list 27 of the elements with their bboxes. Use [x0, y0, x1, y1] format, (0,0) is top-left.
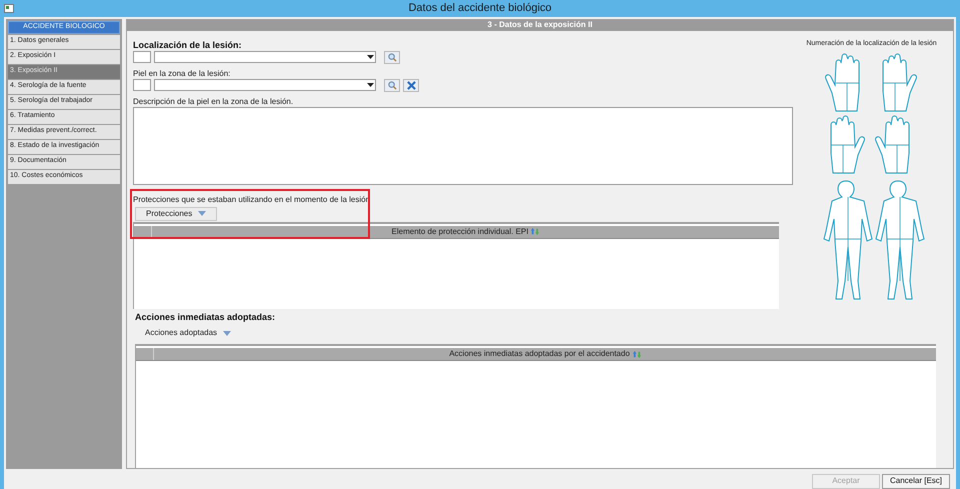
- caret-icon: [367, 54, 374, 60]
- menu-button[interactable]: Protecciones: [135, 206, 218, 220]
- search-button[interactable]: [384, 78, 400, 92]
- clear-button[interactable]: [403, 78, 419, 92]
- dropdown-field[interactable]: [154, 79, 376, 91]
- section-header: 3 - Datos de la exposición II: [127, 20, 953, 30]
- dropdown-field[interactable]: [154, 51, 376, 63]
- search-icon: [388, 52, 396, 62]
- caret-icon: [223, 330, 232, 336]
- menu-button[interactable]: Acciones adoptadas: [135, 326, 242, 340]
- close-icon: [406, 80, 416, 90]
- field-label: Piel en la zona de la lesión:: [133, 68, 232, 78]
- search-button[interactable]: [384, 50, 400, 64]
- sort-icon: [530, 227, 540, 236]
- caret-icon: [198, 211, 206, 216]
- search-icon: [388, 80, 396, 90]
- window-title: Datos del accidente biológico: [408, 1, 552, 16]
- dialog-button[interactable]: Cancelar [Esc]: [882, 474, 950, 488]
- field-label: Localización de la lesión:: [133, 38, 243, 50]
- app-icon: [4, 4, 14, 13]
- caret-icon: [367, 82, 374, 88]
- code-field[interactable]: [133, 79, 151, 91]
- code-field[interactable]: [133, 51, 151, 63]
- description-field[interactable]: [133, 106, 793, 184]
- section-label: Acciones inmediatas adoptadas:: [135, 310, 276, 324]
- sort-icon: [632, 350, 641, 358]
- field-label: Descripción de la piel en la zona de la lesión.: [133, 96, 294, 106]
